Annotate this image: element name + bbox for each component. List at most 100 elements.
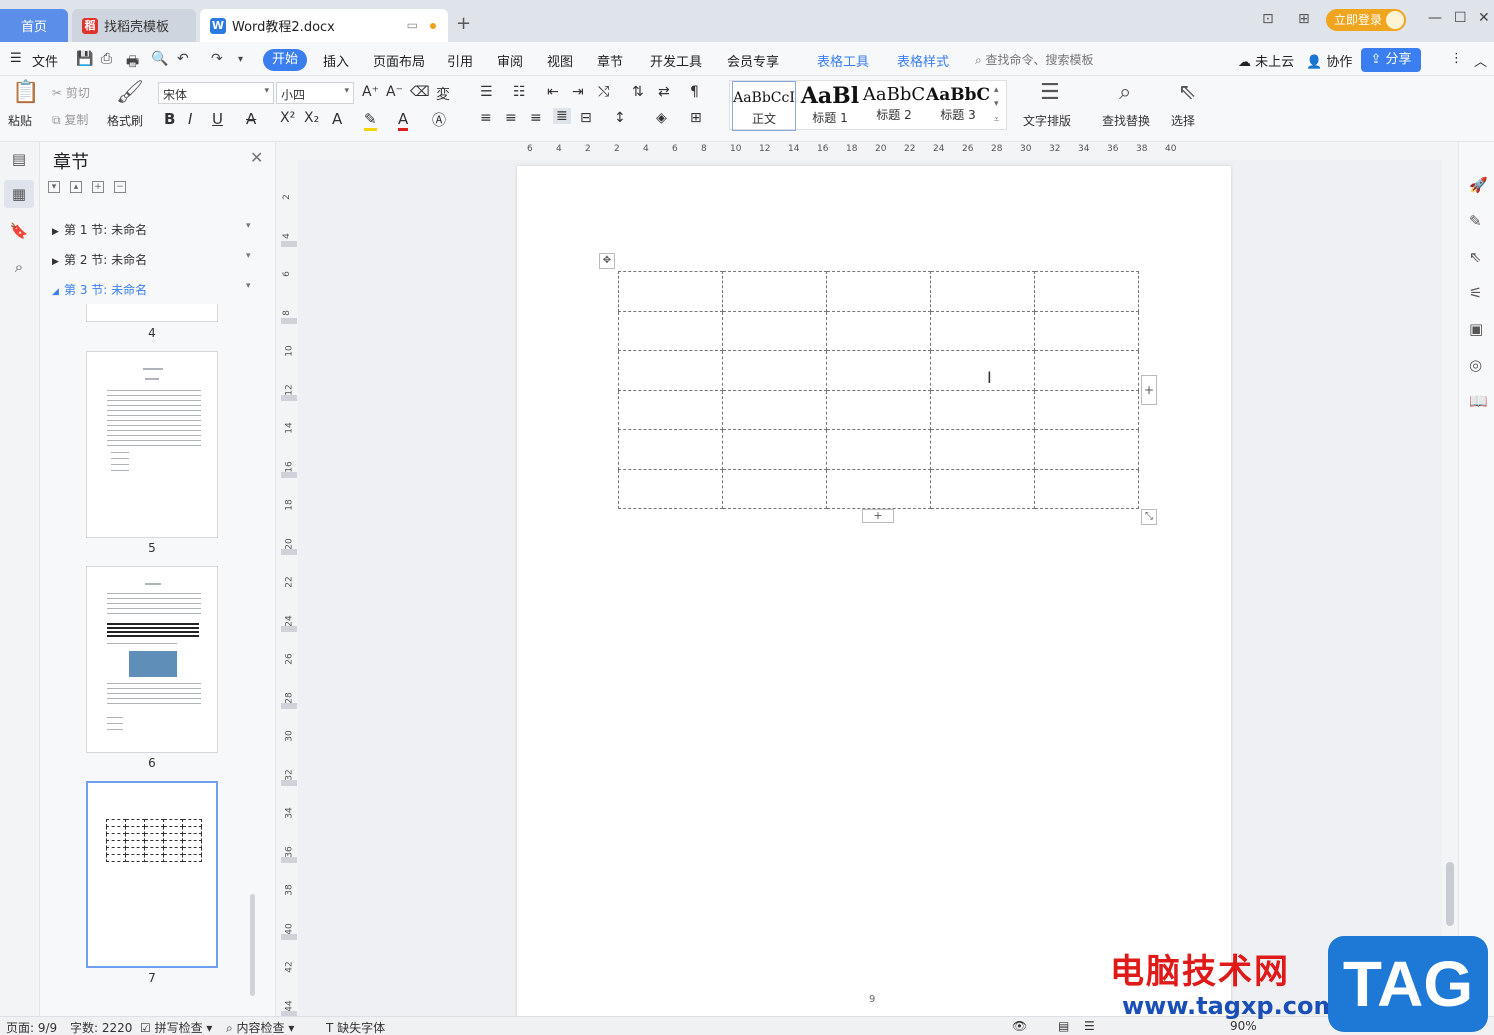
table-cell[interactable] xyxy=(1034,468,1139,509)
table-cell[interactable] xyxy=(930,271,1035,312)
tab-template[interactable]: 稻找稻壳模板 xyxy=(72,9,196,42)
document-page[interactable]: ✥ + + ⤡ I 9 xyxy=(517,166,1231,1016)
style-heading-3[interactable]: AaBbC 标题 3 xyxy=(926,81,990,131)
paste-icon[interactable]: 📋 xyxy=(12,80,39,105)
page-thumb-4[interactable] xyxy=(86,304,218,322)
table-cell[interactable] xyxy=(1034,429,1139,470)
align-center-icon[interactable]: ≡ xyxy=(505,110,517,126)
decrease-indent-icon[interactable]: ⇤ xyxy=(547,84,559,100)
format-painter-icon[interactable]: 🖌 xyxy=(116,80,144,105)
char-border-icon[interactable]: Ⓐ xyxy=(432,110,446,130)
table-cell[interactable] xyxy=(722,468,827,509)
section-item-2[interactable]: ▶ 第 2 节: 未命名 ▾ xyxy=(52,251,251,268)
grow-font-icon[interactable]: A⁺ xyxy=(362,84,379,100)
sort-icon[interactable]: ⇅ xyxy=(632,84,644,100)
page-view-icon[interactable]: ▤ xyxy=(1058,1019,1069,1033)
style-heading-2[interactable]: AaBbC 标题 2 xyxy=(862,81,926,131)
table-cell[interactable] xyxy=(722,350,827,391)
page-thumb-7[interactable] xyxy=(86,781,218,968)
table-cell[interactable] xyxy=(1034,271,1139,312)
menu-references[interactable]: 引用 xyxy=(447,51,473,70)
close-icon[interactable]: ✕ xyxy=(250,148,263,167)
collab-button[interactable]: 👤 协作 xyxy=(1306,51,1352,70)
shrink-font-icon[interactable]: A⁻ xyxy=(386,84,403,100)
menu-insert[interactable]: 插入 xyxy=(323,51,349,70)
pointer-icon[interactable]: ⇖ xyxy=(1469,248,1482,266)
increase-indent-icon[interactable]: ⇥ xyxy=(572,84,584,100)
table-cell[interactable] xyxy=(826,271,931,312)
font-color-icon[interactable]: A xyxy=(398,110,409,131)
quick-access-dropdown-icon[interactable]: ▾ xyxy=(238,54,243,65)
chinese-layout-icon[interactable]: ⤭ xyxy=(598,84,609,100)
table-cell[interactable] xyxy=(618,389,723,430)
justify-icon[interactable]: ≣ xyxy=(553,108,571,124)
table-cell[interactable] xyxy=(826,350,931,391)
underline-icon[interactable]: U xyxy=(212,110,223,128)
eye-protect-icon[interactable]: 👁 xyxy=(1012,1019,1027,1033)
highlight-icon[interactable]: ✎ xyxy=(364,110,377,131)
italic-icon[interactable]: I xyxy=(188,110,192,128)
menu-file[interactable]: 文件 xyxy=(32,51,58,70)
strikethrough-icon[interactable]: A xyxy=(246,110,256,128)
chevron-down-icon[interactable]: ▾ xyxy=(246,251,251,261)
table-resize-handle-icon[interactable]: ⤡ xyxy=(1141,509,1157,525)
outline-icon[interactable]: ▤ xyxy=(9,150,29,170)
expand-all-icon[interactable]: ▾ xyxy=(48,181,60,193)
table-cell[interactable] xyxy=(618,271,723,312)
table-cell[interactable] xyxy=(618,429,723,470)
style-normal[interactable]: AaBbCcI 正文 xyxy=(732,81,796,131)
remove-section-icon[interactable]: − xyxy=(114,181,126,193)
table-cell[interactable] xyxy=(930,429,1035,470)
spell-check-button[interactable]: ☑ 拼写检查 ▾ xyxy=(140,1019,212,1035)
text-layout-button[interactable]: 文字排版 xyxy=(1023,112,1071,129)
section-item-1[interactable]: ▶ 第 1 节: 未命名 ▾ xyxy=(52,221,251,238)
align-right-icon[interactable]: ≡ xyxy=(530,110,542,126)
pen-icon[interactable]: ✎ xyxy=(1469,212,1482,230)
table-cell[interactable] xyxy=(930,310,1035,351)
table-cell[interactable] xyxy=(826,429,931,470)
outline-view-icon[interactable]: ☰ xyxy=(1084,1019,1095,1033)
find-icon[interactable]: ⌕ xyxy=(1119,80,1131,105)
table-cell[interactable] xyxy=(1034,350,1139,391)
menu-table-style[interactable]: 表格样式 xyxy=(897,51,949,70)
document-table[interactable] xyxy=(618,271,1139,509)
text-effect-icon[interactable]: A xyxy=(332,110,342,128)
borders-icon[interactable]: ⊞ xyxy=(690,110,702,126)
vertical-ruler[interactable]: 2 4 6 8 10 12 14 16 18 20 22 24 26 28 30 32 34 36 38 40 42 44 xyxy=(281,160,297,1017)
menu-table-tools[interactable]: 表格工具 xyxy=(817,51,869,70)
page-thumb-6[interactable] xyxy=(86,566,218,753)
missing-font-button[interactable]: T 缺失字体 xyxy=(326,1019,385,1035)
menu-page-layout[interactable]: 页面布局 xyxy=(373,51,425,70)
add-section-icon[interactable]: + xyxy=(92,181,104,193)
apps-grid-icon[interactable]: ⊞ xyxy=(1298,11,1310,27)
cut-button[interactable]: ✂ 剪切 xyxy=(52,84,90,101)
document-scrollbar[interactable] xyxy=(1444,160,1456,1016)
table-cell[interactable] xyxy=(930,389,1035,430)
menu-review[interactable]: 审阅 xyxy=(497,51,523,70)
table-cell[interactable] xyxy=(722,310,827,351)
sliders-icon[interactable]: ⚟ xyxy=(1469,284,1482,302)
rocket-icon[interactable]: 🚀 xyxy=(1469,176,1488,194)
table-cell[interactable] xyxy=(826,468,931,509)
table-cell[interactable] xyxy=(930,468,1035,509)
chevron-down-icon[interactable]: ▾ xyxy=(246,221,251,231)
font-name-select[interactable]: 宋体 ▾ xyxy=(158,82,274,104)
table-cell[interactable] xyxy=(1034,389,1139,430)
subscript-icon[interactable]: X₂ xyxy=(304,110,319,126)
format-painter-button[interactable]: 格式刷 xyxy=(107,112,143,129)
print-icon[interactable]: 🖶 xyxy=(126,51,139,75)
text-layout-icon[interactable]: ☰ xyxy=(1040,80,1060,105)
menu-home-tab[interactable]: 开始 xyxy=(263,49,307,71)
menu-member[interactable]: 会员专享 xyxy=(727,51,779,70)
align-left-icon[interactable]: ≡ xyxy=(480,110,492,126)
book-icon[interactable]: 📖 xyxy=(1469,392,1488,410)
content-check-button[interactable]: ⌕ 内容检查 ▾ xyxy=(226,1019,294,1035)
page-thumb-5[interactable] xyxy=(86,351,218,538)
copy-button[interactable]: ⧉ 复制 xyxy=(52,111,88,128)
table-cell[interactable] xyxy=(722,429,827,470)
add-row-button[interactable]: + xyxy=(862,509,894,523)
collapse-ribbon-icon[interactable]: ︿ xyxy=(1474,51,1487,70)
number-list-icon[interactable]: ☷ xyxy=(513,84,526,100)
command-search[interactable]: ⌕ 查找命令、搜索模板 xyxy=(975,51,1094,68)
maximize-icon[interactable]: ☐ xyxy=(1454,10,1467,26)
